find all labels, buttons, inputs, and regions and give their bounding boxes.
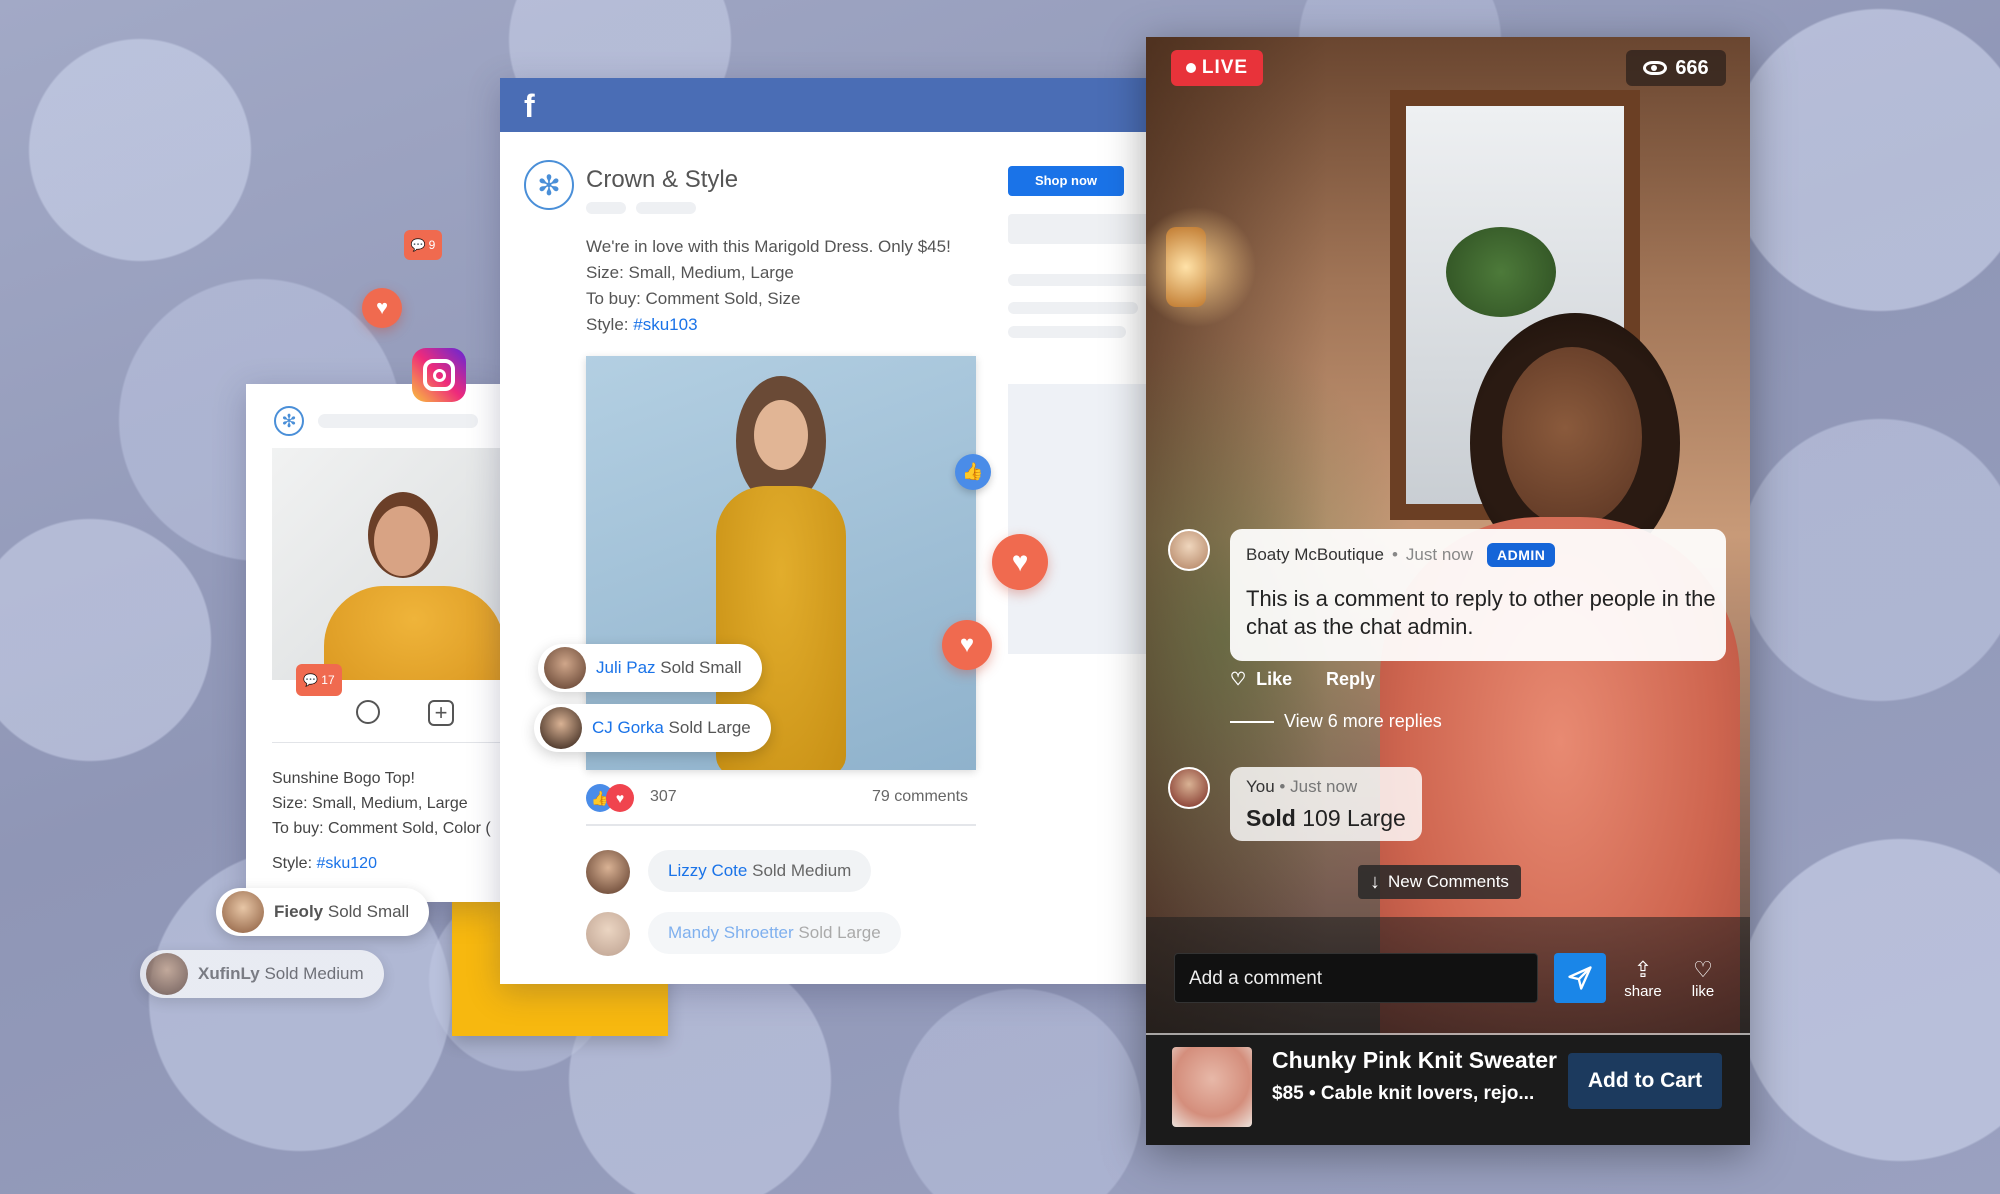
comment-pill: Fieoly Sold Small bbox=[216, 888, 430, 936]
avatar bbox=[146, 953, 188, 995]
avatar bbox=[540, 707, 582, 749]
comment-bubble: Mandy Shroetter Sold Large bbox=[648, 912, 901, 954]
comment-author[interactable]: Boaty McBoutique bbox=[1246, 545, 1384, 565]
avatar bbox=[222, 891, 264, 933]
add-to-cart-button[interactable]: Add to Cart bbox=[1568, 1053, 1722, 1109]
facebook-post-card: f ✻ Crown & Style Shop now We're in love… bbox=[500, 78, 1160, 984]
send-button[interactable] bbox=[1554, 953, 1606, 1003]
heart-reaction-icon: ♥ bbox=[992, 534, 1048, 590]
user-comment-card: You • Just now Sold 109 Large bbox=[1230, 767, 1422, 841]
comment-pill: XufinLy Sold Medium bbox=[140, 950, 384, 998]
chat-bubble-icon: 💬 bbox=[410, 238, 426, 252]
new-comments-button[interactable]: ↓ New Comments bbox=[1358, 865, 1521, 899]
post-text: We're in love with this Marigold Dress. … bbox=[586, 237, 951, 334]
thumbs-up-icon: 👍 bbox=[955, 454, 991, 490]
live-badge: LIVE bbox=[1171, 50, 1263, 86]
hashtag-link[interactable]: #sku120 bbox=[316, 855, 377, 872]
placeholder-bar bbox=[318, 414, 478, 428]
share-icon: ⇪ bbox=[1633, 957, 1653, 982]
reply-button[interactable]: Reply bbox=[1326, 669, 1375, 690]
wall-lamp bbox=[1166, 227, 1206, 307]
share-button[interactable]: ⇪ share bbox=[1618, 957, 1668, 1000]
avatar bbox=[544, 647, 586, 689]
product-bar: Chunky Pink Knit Sweater $85 • Cable kni… bbox=[1146, 1035, 1750, 1145]
facebook-header-bar: f bbox=[500, 78, 1160, 132]
like-comment-button[interactable]: ♡ Like bbox=[1230, 669, 1292, 690]
eye-icon bbox=[1643, 61, 1668, 75]
admin-avatar bbox=[1168, 529, 1210, 571]
chat-bubble-icon: 💬 bbox=[303, 673, 319, 687]
instagram-caption: Sunshine Bogo Top! Size: Small, Medium, … bbox=[272, 770, 491, 872]
comment-bubble: Lizzy Cote Sold Medium bbox=[648, 850, 872, 892]
user-avatar bbox=[1168, 767, 1210, 809]
arrow-down-icon: ↓ bbox=[1370, 870, 1380, 893]
commenter-avatar bbox=[586, 850, 630, 894]
page-name[interactable]: Crown & Style bbox=[586, 166, 738, 194]
live-stream-panel: LIVE 666 Boaty McBoutique • Just now ADM… bbox=[1146, 37, 1750, 1145]
hashtag-link[interactable]: #sku103 bbox=[633, 315, 697, 334]
viewer-count-badge: 666 bbox=[1626, 50, 1726, 86]
send-icon bbox=[1568, 966, 1592, 990]
product-thumbnail[interactable] bbox=[1172, 1047, 1252, 1127]
heart-reaction-icon: ♥ bbox=[942, 620, 992, 670]
like-button[interactable]: ♡ like bbox=[1678, 957, 1728, 1000]
facebook-logo-icon: f bbox=[524, 88, 535, 124]
comment-pill: CJ Gorka Sold Large bbox=[534, 704, 771, 752]
shop-now-button[interactable]: Shop now bbox=[1008, 166, 1124, 196]
instagram-logo-icon bbox=[412, 348, 466, 402]
product-title[interactable]: Chunky Pink Knit Sweater bbox=[1272, 1047, 1557, 1074]
comment-notification-badge: 💬 9 bbox=[404, 230, 442, 260]
page-avatar-icon: ✻ bbox=[524, 160, 574, 210]
admin-comment-card: Boaty McBoutique • Just now ADMIN This i… bbox=[1230, 529, 1726, 661]
add-post-icon[interactable]: + bbox=[428, 700, 454, 726]
comment-input[interactable]: Add a comment bbox=[1174, 953, 1538, 1003]
brand-logo-icon: ✻ bbox=[274, 406, 304, 436]
host-face bbox=[1502, 347, 1642, 527]
view-more-replies[interactable]: View 6 more replies bbox=[1230, 711, 1442, 732]
reaction-count: 307 bbox=[650, 788, 677, 805]
instagram-photo[interactable] bbox=[272, 448, 502, 680]
comment-pill: Juli Paz Sold Small bbox=[538, 644, 762, 692]
search-icon[interactable] bbox=[356, 700, 380, 724]
instagram-post-card: ✻ + Sunshine Bogo Top! Size: Small, Medi… bbox=[246, 384, 502, 902]
live-dot-icon bbox=[1185, 63, 1196, 73]
product-description: Cable knit lovers, rejo... bbox=[1320, 1083, 1535, 1104]
heart-outline-icon: ♡ bbox=[1230, 669, 1247, 689]
admin-badge: ADMIN bbox=[1487, 543, 1556, 567]
photo-comment-badge: 💬 17 bbox=[296, 664, 342, 696]
commenter-avatar bbox=[586, 912, 630, 956]
comment-time: Just now bbox=[1405, 545, 1474, 564]
love-reaction-icon[interactable]: ♥ bbox=[606, 784, 634, 812]
comment-text: This is a comment to reply to other peop… bbox=[1246, 586, 1716, 639]
heart-reaction-icon: ♥ bbox=[362, 288, 402, 328]
product-price: $85 bbox=[1272, 1083, 1304, 1104]
comment-count[interactable]: 79 comments bbox=[872, 788, 968, 806]
heart-outline-icon: ♡ bbox=[1693, 957, 1713, 982]
hanging-plant bbox=[1446, 227, 1556, 317]
